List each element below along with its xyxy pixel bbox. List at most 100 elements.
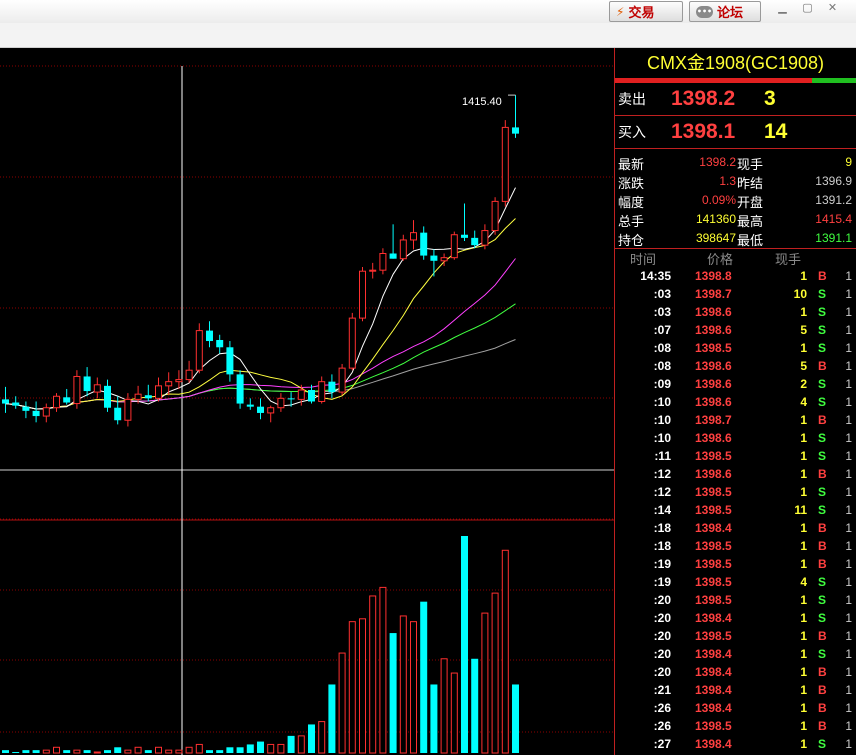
tick-time: :26 bbox=[653, 701, 671, 715]
tick-row[interactable]: :27 1398.4 1 S 1 bbox=[615, 735, 856, 753]
volume-bar-up bbox=[399, 615, 407, 754]
tick-row[interactable]: :21 1398.4 1 B 1 bbox=[615, 681, 856, 699]
tick-price: 1398.4 bbox=[695, 521, 732, 535]
tick-row[interactable]: :26 1398.4 1 B 1 bbox=[615, 699, 856, 717]
tick-oi-change: 1 bbox=[845, 287, 852, 301]
tick-row[interactable]: :20 1398.4 1 S 1 bbox=[615, 609, 856, 627]
tick-price: 1398.7 bbox=[695, 413, 732, 427]
candle-body-down bbox=[461, 234, 468, 238]
tick-oi-change: 1 bbox=[845, 539, 852, 553]
candle-body-down bbox=[114, 407, 122, 421]
candle-body-down bbox=[144, 395, 152, 399]
tick-row[interactable]: :11 1398.5 1 S 1 bbox=[615, 447, 856, 465]
tick-time: :08 bbox=[653, 359, 671, 373]
tick-side: S bbox=[818, 395, 827, 409]
tick-volume: 1 bbox=[800, 701, 807, 715]
minimize-icon[interactable]: ▁ bbox=[774, 2, 791, 16]
restore-icon[interactable]: ▢ bbox=[799, 2, 816, 16]
candle-body-up bbox=[185, 369, 193, 381]
kline-chart[interactable]: 1415.40 bbox=[0, 48, 614, 755]
candle-body-up bbox=[501, 126, 509, 202]
tick-row[interactable]: :10 1398.6 4 S 1 bbox=[615, 393, 856, 411]
tick-volume: 5 bbox=[800, 323, 807, 337]
tick-row[interactable]: :18 1398.5 1 B 1 bbox=[615, 537, 856, 555]
candle-body-down bbox=[420, 232, 428, 256]
volume-bar-up bbox=[379, 586, 387, 754]
tick-price: 1398.7 bbox=[695, 287, 732, 301]
tick-row[interactable]: :03 1398.6 1 S 1 bbox=[615, 303, 856, 321]
tick-list[interactable]: 14:35 1398.8 1 B 1:03 1398.7 10 S 1:03 1398.6 1 S 1:… bbox=[615, 267, 856, 753]
candle-body-up bbox=[491, 200, 499, 232]
volume-bar-up bbox=[124, 749, 132, 754]
stat-value: 9 bbox=[845, 155, 852, 169]
volume-bar-down bbox=[257, 741, 264, 753]
stat-value: 1391.2 bbox=[815, 193, 852, 207]
tick-row[interactable]: :26 1398.5 1 B 1 bbox=[615, 717, 856, 735]
volume-bar-down bbox=[63, 750, 71, 753]
stat-row: 涨跌 1.3 昨结 1396.9 bbox=[615, 172, 856, 192]
ticks-header: 时间 价格 现手 bbox=[615, 249, 856, 268]
tick-row[interactable]: :19 1398.5 4 S 1 bbox=[615, 573, 856, 591]
tick-side: S bbox=[818, 737, 827, 751]
tick-row[interactable]: :20 1398.5 1 B 1 bbox=[615, 627, 856, 645]
volume-bar-down bbox=[32, 750, 40, 753]
tick-row[interactable]: :12 1398.5 1 S 1 bbox=[615, 483, 856, 501]
tick-oi-change: 1 bbox=[845, 557, 852, 571]
tick-side: B bbox=[818, 665, 827, 679]
close-icon[interactable]: ✕ bbox=[824, 2, 841, 16]
tick-side: S bbox=[818, 485, 827, 499]
forum-button[interactable]: ••• 论坛 bbox=[689, 1, 761, 22]
tick-row[interactable]: :09 1398.6 2 S 1 bbox=[615, 375, 856, 393]
candle-body-up bbox=[155, 385, 162, 399]
tick-volume: 1 bbox=[800, 305, 807, 319]
candle-body-up bbox=[338, 367, 346, 393]
tick-volume: 1 bbox=[800, 557, 807, 571]
chat-bubble-icon: ••• bbox=[696, 5, 713, 18]
volume-bar-up bbox=[481, 612, 489, 754]
candle-body-up bbox=[348, 317, 356, 369]
tick-row[interactable]: :20 1398.4 1 S 1 bbox=[615, 645, 856, 663]
stat-value: 1391.1 bbox=[815, 231, 852, 245]
tick-time: :07 bbox=[653, 323, 671, 337]
candle-body-down bbox=[389, 253, 397, 259]
tick-oi-change: 1 bbox=[845, 683, 852, 697]
tick-row[interactable]: :19 1398.5 1 B 1 bbox=[615, 555, 856, 573]
candle-body-down bbox=[430, 255, 438, 261]
tick-volume: 1 bbox=[800, 611, 807, 625]
candle-body-down bbox=[2, 399, 9, 404]
tick-row[interactable]: :14 1398.5 11 S 1 bbox=[615, 501, 856, 519]
candle-body-up bbox=[440, 257, 448, 262]
tick-row[interactable]: :08 1398.6 5 B 1 bbox=[615, 357, 856, 375]
tick-time: :10 bbox=[653, 431, 671, 445]
volume-bar-up bbox=[42, 749, 50, 754]
tick-side: S bbox=[818, 431, 827, 445]
candle-body-down bbox=[63, 397, 71, 403]
tick-row[interactable]: :10 1398.7 1 B 1 bbox=[615, 411, 856, 429]
bid-volume: 14 bbox=[764, 120, 788, 143]
tick-row[interactable]: 14:35 1398.8 1 B 1 bbox=[615, 267, 856, 285]
tick-price: 1398.6 bbox=[695, 323, 732, 337]
tick-volume: 1 bbox=[800, 737, 807, 751]
lightning-icon: ⚡ bbox=[616, 4, 625, 19]
tick-row[interactable]: :20 1398.4 1 B 1 bbox=[615, 663, 856, 681]
tick-side: B bbox=[818, 557, 827, 571]
candle-body-down bbox=[216, 339, 224, 348]
tick-price: 1398.5 bbox=[695, 449, 732, 463]
tick-oi-change: 1 bbox=[845, 611, 852, 625]
tick-row[interactable]: :20 1398.5 1 S 1 bbox=[615, 591, 856, 609]
ma-line-yellow bbox=[5, 218, 516, 410]
tick-row[interactable]: :08 1398.5 1 S 1 bbox=[615, 339, 856, 357]
tick-row[interactable]: :18 1398.4 1 B 1 bbox=[615, 519, 856, 537]
volume-bar-up bbox=[369, 595, 377, 754]
tick-time: :20 bbox=[653, 593, 671, 607]
tick-time: :21 bbox=[653, 683, 671, 697]
tick-row[interactable]: :12 1398.6 1 B 1 bbox=[615, 465, 856, 483]
tick-row[interactable]: :10 1398.6 1 S 1 bbox=[615, 429, 856, 447]
tick-row[interactable]: :03 1398.7 10 S 1 bbox=[615, 285, 856, 303]
tick-time: :10 bbox=[653, 395, 671, 409]
trade-button[interactable]: ⚡ 交易 bbox=[609, 1, 683, 22]
tick-row[interactable]: :07 1398.6 5 S 1 bbox=[615, 321, 856, 339]
stat-value: 0.09% bbox=[701, 193, 736, 207]
kline-chart-svg[interactable]: 1415.40 bbox=[0, 48, 614, 755]
volume-bar-up bbox=[348, 621, 356, 754]
